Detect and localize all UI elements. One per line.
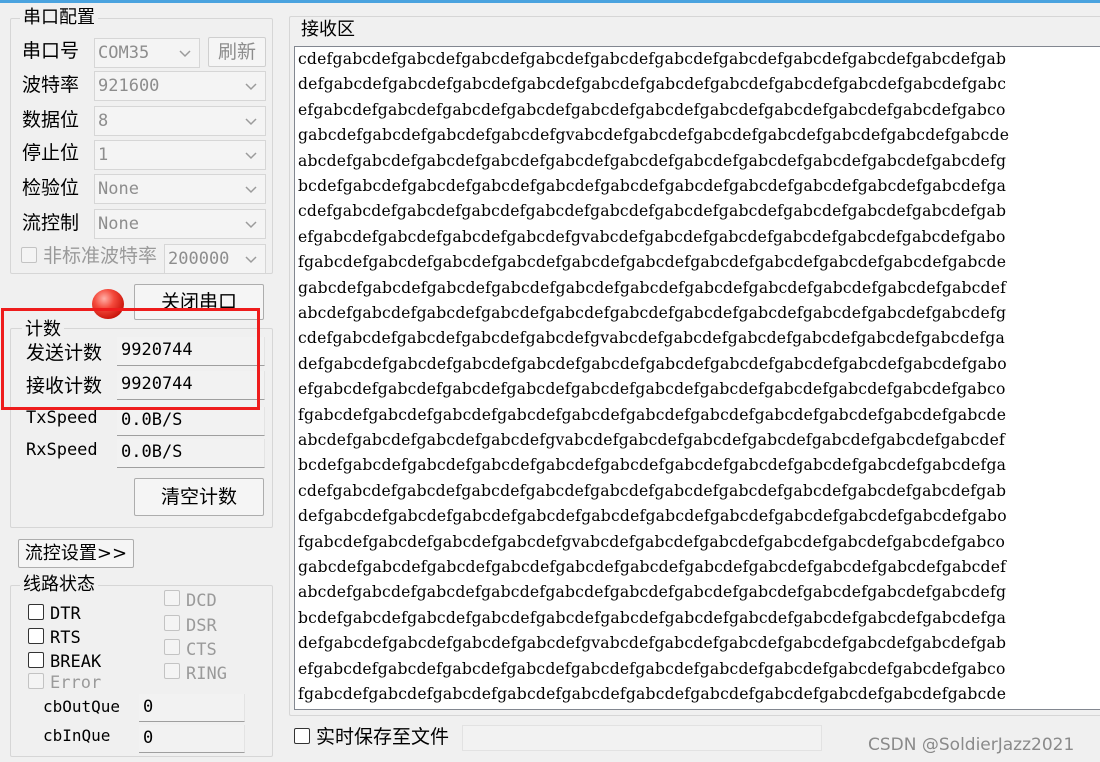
- receive-line: cdefgabcdefgabcdefgabcdefgabcdefgabcdefg…: [298, 202, 1007, 221]
- break-label: BREAK: [50, 652, 102, 672]
- cts-checkbox: [164, 639, 180, 655]
- txspeed-field: 0.0B/S: [117, 407, 265, 436]
- receive-line: fgabcdefgabcdefgabcdefgabcdefgabcdefgabc…: [298, 685, 1007, 703]
- parity-value: None: [98, 179, 139, 199]
- receive-line: fgabcdefgabcdefgabcdefgabcdefgabcdefgabc…: [298, 405, 1007, 424]
- receive-line: abcdefgabcdefgabcdefgabcdefgabcdefgabcde…: [298, 151, 1007, 170]
- txspeed-label: TxSpeed: [26, 408, 98, 428]
- receive-line: gabcdefgabcdefgabcdefgabcdefgabcdefgabcd…: [298, 558, 1007, 576]
- receive-line: abcdefgabcdefgabcdefgabcdefgabcdefgabcde…: [298, 304, 1007, 322]
- custom-baud-label: 非标准波特率: [43, 245, 158, 267]
- rts-checkbox[interactable]: [28, 628, 44, 644]
- cb-out-label: cbOutQue: [43, 697, 121, 716]
- dtr-label: DTR: [50, 604, 81, 624]
- receive-line: gabcdefgabcdefgabcdefgabcdefgabcdefgabcd…: [298, 278, 1007, 297]
- csdn-watermark: CSDN @SoldierJazz2021: [868, 735, 1075, 755]
- stopbits-select[interactable]: 1: [94, 140, 266, 170]
- receive-line: bcdefgabcdefgabcdefgabcdefgabcdefgabcdef…: [298, 456, 1007, 475]
- flow-settings-button[interactable]: 流控设置>>: [18, 539, 134, 568]
- chevron-down-icon: [245, 83, 257, 91]
- receive-line: gabcdefgabcdefgabcdefgabcdefgvabcdefgabc…: [298, 126, 1010, 145]
- highlight-box: [1, 308, 260, 410]
- port-value: COM35: [98, 43, 150, 63]
- receive-line: cdefgabcdefgabcdefgabcdefgabcdefgabcdefg…: [298, 50, 1007, 68]
- receive-line: defgabcdefgabcdefgabcdefgabcdefgabcdefga…: [298, 354, 1007, 373]
- serial-config-title: 串口配置: [20, 8, 98, 28]
- receive-line: fgabcdefgabcdefgabcdefgabcdefgabcdefgabc…: [298, 253, 1007, 272]
- receive-text-area[interactable]: cdefgabcdefgabcdefgabcdefgabcdefgabcdefg…: [294, 46, 1100, 710]
- custom-baud-value: 200000: [168, 249, 230, 269]
- dtr-checkbox[interactable]: [28, 604, 44, 620]
- save-path-field[interactable]: [462, 725, 822, 751]
- receive-line: cdefgabcdefgabcdefgabcdefgabcdefgvabcdef…: [298, 329, 1005, 348]
- parity-label: 检验位: [22, 177, 80, 199]
- databits-label: 数据位: [22, 109, 80, 131]
- receive-line: defgabcdefgabcdefgabcdefgabcdefgvabcdefg…: [298, 634, 1007, 653]
- rts-label: RTS: [50, 628, 81, 648]
- ring-checkbox: [164, 663, 180, 679]
- break-checkbox[interactable]: [28, 652, 44, 668]
- receive-line: cdefgabcdefgabcdefgabcdefgabcdefgabcdefg…: [298, 481, 1007, 500]
- save-realtime-label: 实时保存至文件: [316, 726, 450, 748]
- cts-label: CTS: [186, 640, 217, 660]
- receive-line: efgabcdefgabcdefgabcdefgabcdefgabcdefgab…: [298, 659, 1006, 678]
- stopbits-value: 1: [98, 145, 109, 165]
- baud-select[interactable]: 921600: [94, 71, 266, 101]
- cb-in-field: 0: [139, 725, 245, 753]
- receive-line: bcdefgabcdefgabcdefgabcdefgabcdefgabcdef…: [298, 177, 1007, 195]
- databits-value: 8: [98, 111, 109, 131]
- flow-value: None: [98, 214, 139, 234]
- baud-value: 921600: [98, 76, 160, 96]
- error-checkbox: [28, 673, 44, 689]
- databits-select[interactable]: 8: [94, 106, 266, 136]
- receive-title: 接收区: [298, 20, 358, 40]
- stopbits-label: 停止位: [22, 142, 80, 164]
- receive-line: defgabcdefgabcdefgabcdefgabcdefgabcdefga…: [298, 75, 1007, 94]
- parity-select[interactable]: None: [94, 174, 266, 204]
- chevron-down-icon: [245, 152, 257, 160]
- receive-line: bcdefgabcdefgabcdefgabcdefgabcdefgabcdef…: [298, 608, 1007, 627]
- rxspeed-label: RxSpeed: [26, 440, 98, 460]
- chevron-down-icon: [245, 221, 257, 229]
- port-label: 串口号: [22, 40, 80, 62]
- save-realtime-checkbox[interactable]: [294, 728, 310, 744]
- custom-baud-select[interactable]: 200000: [164, 244, 266, 274]
- dsr-label: DSR: [186, 616, 217, 636]
- error-label: Error: [50, 673, 102, 693]
- flow-select[interactable]: None: [94, 209, 266, 239]
- clear-count-button[interactable]: 清空计数: [134, 478, 264, 516]
- cb-in-label: cbInQue: [43, 726, 111, 745]
- port-select[interactable]: COM35: [94, 38, 200, 68]
- chevron-down-icon: [179, 50, 191, 58]
- dcd-label: DCD: [186, 591, 217, 611]
- receive-line: defgabcdefgabcdefgabcdefgabcdefgabcdefga…: [298, 507, 1007, 526]
- cb-out-field: 0: [139, 694, 245, 722]
- receive-line: efgabcdefgabcdefgabcdefgabcdefgabcdefgab…: [298, 100, 1006, 119]
- rxspeed-field: 0.0B/S: [117, 439, 265, 468]
- baud-label: 波特率: [22, 74, 80, 96]
- flow-label: 流控制: [22, 212, 80, 234]
- line-status-title: 线路状态: [20, 575, 98, 595]
- chevron-down-icon: [245, 118, 257, 126]
- receive-line: abcdefgabcdefgabcdefgabcdefgvabcdefgabcd…: [298, 431, 1005, 449]
- dsr-checkbox: [164, 615, 180, 631]
- window-top-border: [0, 0, 1100, 3]
- receive-line: abcdefgabcdefgabcdefgabcdefgabcdefgabcde…: [298, 583, 1007, 602]
- custom-baud-checkbox[interactable]: [21, 247, 37, 263]
- receive-line: efgabcdefgabcdefgabcdefgabcdefgabcdefgab…: [298, 380, 1006, 399]
- receive-line: fgabcdefgabcdefgabcdefgabcdefgvabcdefgab…: [298, 532, 1006, 551]
- dcd-checkbox: [164, 590, 180, 606]
- ring-label: RING: [186, 664, 227, 684]
- refresh-button[interactable]: 刷新: [208, 37, 266, 67]
- receive-line: efgabcdefgabcdefgabcdefgabcdefgvabcdefga…: [298, 227, 1006, 246]
- chevron-down-icon: [245, 256, 257, 264]
- chevron-down-icon: [245, 186, 257, 194]
